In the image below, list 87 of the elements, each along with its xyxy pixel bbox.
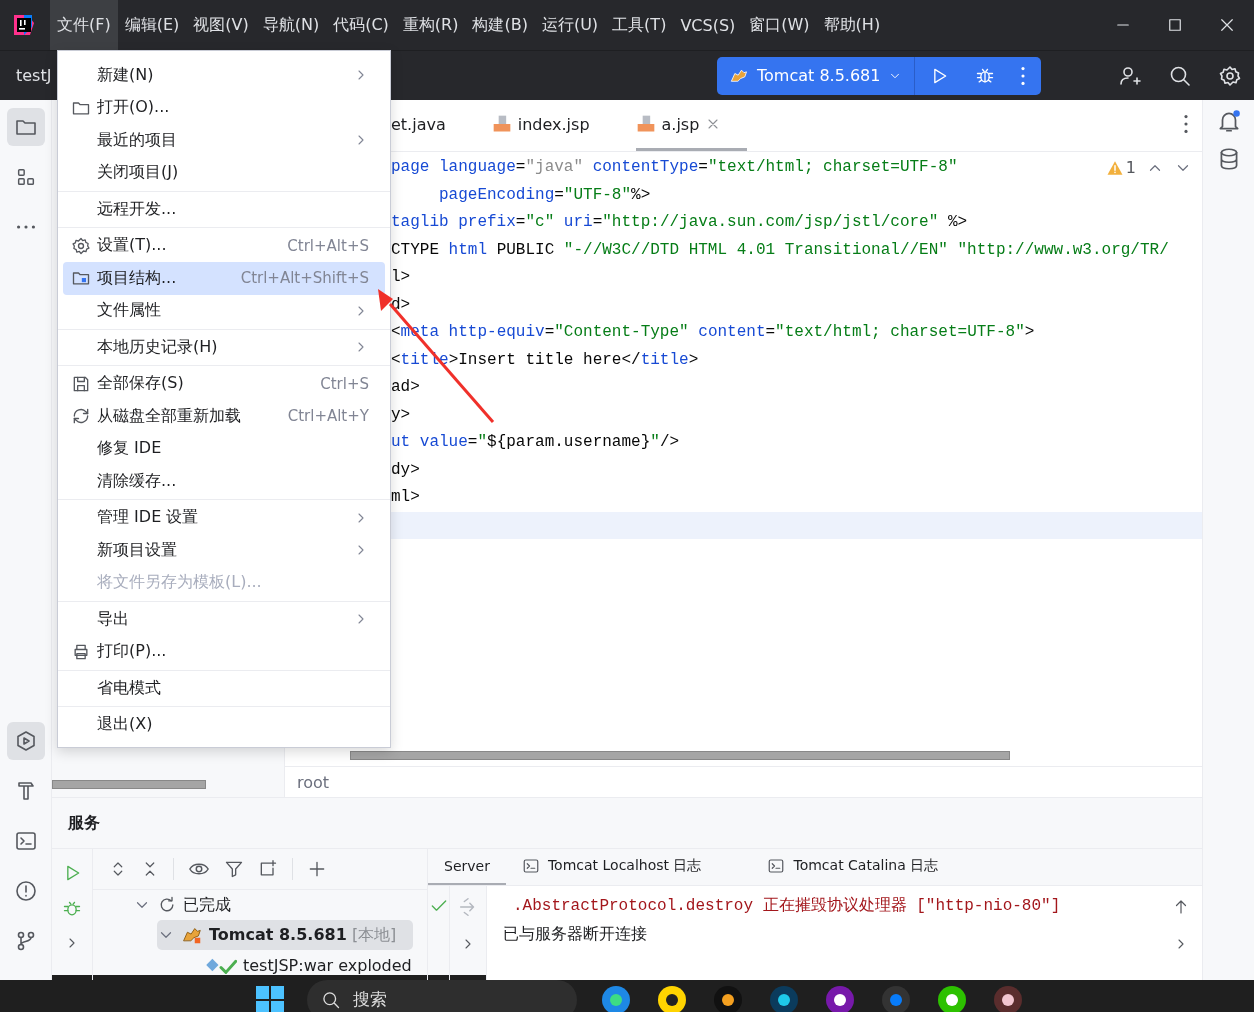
app-icon[interactable] (937, 984, 967, 1012)
search-field[interactable]: 搜索 (307, 979, 577, 1012)
more-icon[interactable] (1184, 114, 1188, 133)
maximize-icon[interactable] (1166, 16, 1184, 34)
log-line: .AbstractProtocol.destroy 正在摧毁协议处理器 ["http-nio-80"] (512, 895, 1062, 917)
menu-item[interactable]: 新建(N) (63, 59, 385, 92)
code-line: CTYPE html PUBLIC "-//W3C//DTD HTML 4.01 Transitional//EN" "http://www.w3.org/TR/ (391, 240, 1169, 259)
add-icon[interactable] (307, 859, 327, 879)
close-icon[interactable] (1218, 16, 1236, 34)
menu-item[interactable]: 省电模式 (63, 672, 385, 705)
editor-tab[interactable]: et.java (391, 100, 472, 151)
console-icon (767, 857, 786, 875)
gear-icon (71, 235, 91, 256)
problems-icon (13, 879, 38, 903)
menu-item[interactable]: 项目结构... Ctrl+Alt+Shift+S (63, 262, 385, 295)
menu-item[interactable]: 设置(T)... Ctrl+Alt+S (63, 229, 385, 262)
tree-item[interactable]: Tomcat 8.5.681 [本地] (157, 920, 413, 950)
console-tab[interactable]: Tomcat Catalina 日志 (751, 849, 955, 885)
app-icon[interactable] (713, 984, 743, 1012)
run-configuration-dropdown[interactable]: Tomcat 8.5.681 (717, 56, 916, 95)
menu-item[interactable]: 退出(X) (63, 708, 385, 741)
warning-count[interactable]: 1 (1105, 158, 1136, 177)
menu-item[interactable]: 导出 (63, 603, 385, 636)
menu-item[interactable]: 最近的项目 (63, 124, 385, 157)
menu-bar-item[interactable]: 编辑(E) (117, 0, 187, 50)
terminal-icon (13, 829, 38, 853)
code-line: l> (391, 268, 411, 286)
menu-bar-item[interactable]: 重构(R) (395, 0, 466, 50)
app-icon[interactable] (825, 984, 855, 1012)
menu-item[interactable]: 管理 IDE 设置 (63, 501, 385, 534)
app-logo[interactable] (12, 13, 36, 37)
menu-item[interactable]: 从磁盘全部重新加载 Ctrl+Alt+Y (63, 400, 385, 433)
jsp-file-icon (491, 114, 512, 134)
console-icon (521, 857, 540, 875)
settings-icon[interactable] (1218, 63, 1242, 88)
services-tool-button[interactable] (6, 722, 45, 760)
menu-bar-item[interactable]: 构建(B) (465, 0, 535, 50)
menu-item[interactable]: 新项目设置 (63, 534, 385, 567)
app-icon[interactable] (769, 984, 799, 1012)
editor-tab[interactable]: index.jsp (491, 100, 616, 151)
filter-icon[interactable] (224, 859, 244, 879)
menu-item[interactable]: 修复 IDE (63, 432, 385, 465)
jsp-file-icon (635, 114, 656, 134)
breadcrumb[interactable]: root (297, 772, 330, 792)
scrollbar-thumb[interactable] (52, 780, 206, 789)
log-line: 已与服务器断开连接 (503, 923, 648, 945)
more-icon[interactable] (1021, 66, 1026, 85)
menu-item[interactable]: 本地历史记录(H) (63, 331, 385, 364)
menu-item[interactable]: 文件属性 (63, 294, 385, 327)
code-line: ad> (391, 378, 420, 396)
code-line: dy> (391, 460, 420, 479)
menu-item[interactable]: 清除缓存... (63, 465, 385, 498)
menu-bar-item[interactable]: 视图(V) (186, 0, 256, 50)
app-icon[interactable] (657, 984, 687, 1012)
code-line: ml> (391, 488, 420, 506)
menu-bar-item[interactable]: 窗口(W) (742, 0, 817, 50)
app-icon[interactable] (993, 984, 1023, 1012)
code-line: page language="java" contentType="text/html; charset=UTF-8" (391, 158, 958, 176)
scrollbar-thumb[interactable] (350, 751, 1010, 760)
more-icon (16, 225, 35, 229)
code-line: ut value="${param.username}"/> (391, 433, 680, 451)
menu-bar-item[interactable]: VCS(S) (673, 0, 743, 50)
menu-bar-item[interactable]: 工具(T) (605, 0, 674, 50)
menu-item[interactable]: 远程开发... (63, 193, 385, 226)
project-name[interactable]: testJ (16, 66, 52, 85)
new-group-icon[interactable] (258, 859, 278, 879)
menu-item[interactable]: 打印(P)... (63, 635, 385, 668)
panel-title: 服务 (68, 812, 100, 834)
menu-bar-item[interactable]: 帮助(H) (816, 0, 888, 50)
tree-item[interactable]: testJSP:war exploded (181, 950, 413, 980)
code-line: pageEncoding="UTF-8"%> (438, 185, 651, 204)
start-icon[interactable] (255, 984, 285, 1012)
code-line: taglib prefix="c" uri="http://java.sun.com/jsp/jstl/core" %> (391, 213, 968, 231)
menu-bar-item[interactable]: 运行(U) (534, 0, 606, 50)
project-tool-button[interactable] (6, 108, 45, 146)
menu-item[interactable]: 全部保存(S) Ctrl+S (63, 367, 385, 400)
search-icon (321, 989, 341, 1010)
console-tab[interactable]: Tomcat Localhost 日志 (505, 849, 718, 885)
tree-item[interactable]: 已完成 (133, 890, 413, 920)
menu-bar-item[interactable]: 文件(F) (50, 0, 118, 50)
editor-tab[interactable]: a.jsp (635, 100, 748, 151)
code-line: y> (391, 405, 411, 424)
menu-item[interactable]: 关闭项目(J) (63, 156, 385, 189)
app-icon[interactable] (601, 984, 631, 1012)
menu-bar-item[interactable]: 代码(C) (326, 0, 396, 50)
menu-item[interactable]: 打开(O)... (63, 91, 385, 124)
menu-bar-item[interactable]: 导航(N) (255, 0, 327, 50)
